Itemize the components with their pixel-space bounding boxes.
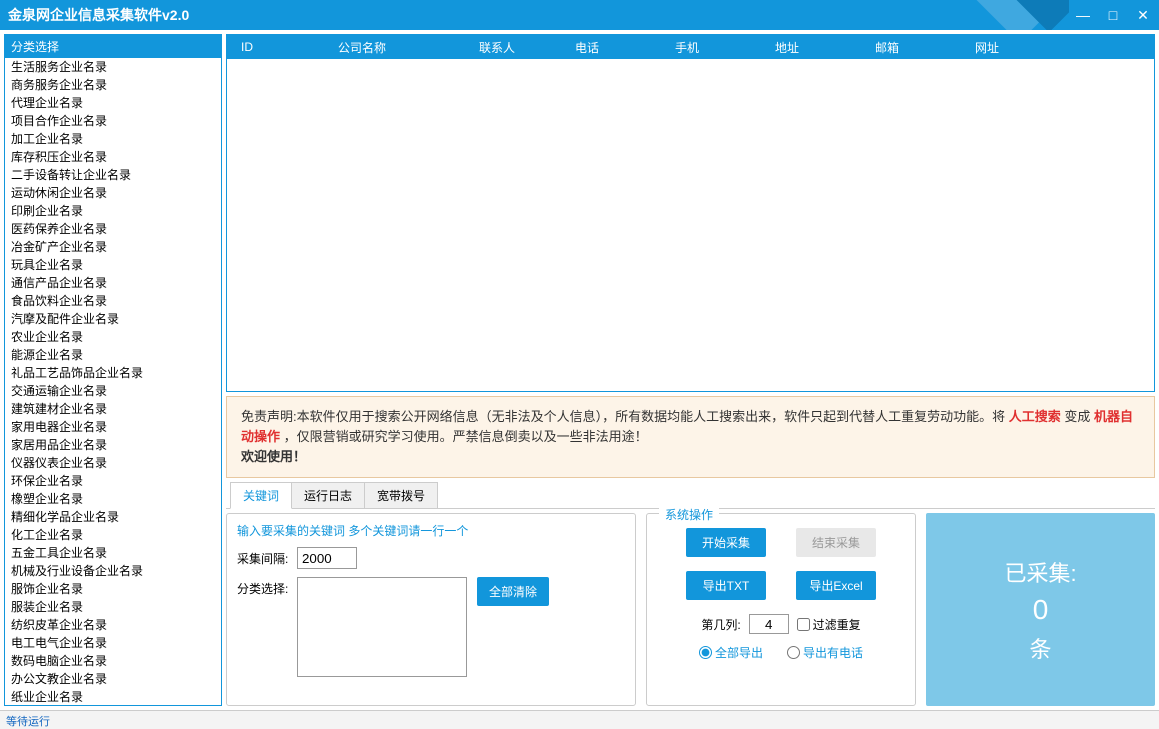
sidebar-header: 分类选择 — [5, 35, 221, 58]
title-bar: 金泉网企业信息采集软件v2.0 — □ ✕ — [0, 0, 1159, 30]
category-item[interactable]: 电工电气企业名录 — [5, 634, 221, 652]
filter-dup-input[interactable] — [797, 618, 810, 631]
category-item[interactable]: 家用电器企业名录 — [5, 418, 221, 436]
window-controls: — □ ✕ — [1075, 0, 1151, 30]
maximize-button[interactable]: □ — [1105, 7, 1121, 23]
start-collect-button[interactable]: 开始采集 — [686, 528, 766, 557]
category-item[interactable]: 能源企业名录 — [5, 346, 221, 364]
category-select-label: 分类选择: — [237, 577, 297, 597]
disclaimer-highlight-1: 人工搜索 — [1009, 409, 1061, 424]
status-bar: 等待运行 — [0, 710, 1159, 729]
titlebar-decoration — [949, 0, 1069, 30]
category-item[interactable]: 生活服务企业名录 — [5, 58, 221, 76]
category-list[interactable]: 生活服务企业名录商务服务企业名录代理企业名录项目合作企业名录加工企业名录库存积压… — [5, 58, 221, 705]
category-item[interactable]: 通信产品企业名录 — [5, 274, 221, 292]
category-sidebar: 分类选择 生活服务企业名录商务服务企业名录代理企业名录项目合作企业名录加工企业名… — [4, 34, 222, 706]
disclaimer-box: 免责声明:本软件仅用于搜索公开网络信息（无非法及个人信息），所有数据均能人工搜索… — [226, 396, 1155, 478]
tab-2[interactable]: 宽带拨号 — [364, 482, 438, 508]
stop-collect-button[interactable]: 结束采集 — [796, 528, 876, 557]
interval-input[interactable] — [297, 547, 357, 569]
app-title: 金泉网企业信息采集软件v2.0 — [8, 5, 189, 25]
category-item[interactable]: 食品饮料企业名录 — [5, 292, 221, 310]
tabs-row: 关键词运行日志宽带拨号 — [226, 482, 1155, 509]
category-item[interactable]: 医药保养企业名录 — [5, 220, 221, 238]
category-item[interactable]: 玩具企业名录 — [5, 256, 221, 274]
category-item[interactable]: 礼品工艺品饰品企业名录 — [5, 364, 221, 382]
category-item[interactable]: 纸业企业名录 — [5, 688, 221, 705]
counter-label: 已采集: — [1004, 556, 1076, 588]
category-item[interactable]: 环保企业名录 — [5, 472, 221, 490]
category-item[interactable]: 加工企业名录 — [5, 130, 221, 148]
disclaimer-text: 免责声明:本软件仅用于搜索公开网络信息（无非法及个人信息），所有数据均能人工搜索… — [241, 409, 1009, 424]
category-item[interactable]: 化工企业名录 — [5, 526, 221, 544]
counter-value: 0 — [1033, 594, 1049, 626]
category-item[interactable]: 运动休闲企业名录 — [5, 184, 221, 202]
keyword-hint: 输入要采集的关键词 多个关键词请一行一个 — [237, 522, 625, 539]
filter-dup-checkbox[interactable]: 过滤重复 — [797, 616, 861, 633]
category-item[interactable]: 项目合作企业名录 — [5, 112, 221, 130]
minimize-button[interactable]: — — [1075, 7, 1091, 23]
category-item[interactable]: 印刷企业名录 — [5, 202, 221, 220]
category-item[interactable]: 橡塑企业名录 — [5, 490, 221, 508]
category-item[interactable]: 办公文教企业名录 — [5, 670, 221, 688]
category-item[interactable]: 仪器仪表企业名录 — [5, 454, 221, 472]
table-header: ID公司名称联系人电话手机地址邮箱网址 — [227, 35, 1154, 59]
table-column-header[interactable]: 邮箱 — [837, 39, 937, 56]
tab-1[interactable]: 运行日志 — [291, 482, 365, 508]
category-item[interactable]: 冶金矿产企业名录 — [5, 238, 221, 256]
column-label: 第几列: — [701, 616, 740, 633]
interval-label: 采集间隔: — [237, 547, 297, 567]
export-all-radio[interactable]: 全部导出 — [699, 644, 763, 661]
disclaimer-welcome: 欢迎使用！ — [241, 449, 306, 464]
tab-0[interactable]: 关键词 — [230, 482, 292, 509]
category-item[interactable]: 家居用品企业名录 — [5, 436, 221, 454]
export-excel-button[interactable]: 导出Excel — [796, 571, 876, 600]
table-body[interactable] — [227, 59, 1154, 391]
clear-all-button[interactable]: 全部清除 — [477, 577, 549, 606]
export-phone-input[interactable] — [787, 646, 800, 659]
category-item[interactable]: 数码电脑企业名录 — [5, 652, 221, 670]
close-button[interactable]: ✕ — [1135, 7, 1151, 24]
column-input[interactable] — [749, 614, 789, 634]
category-item[interactable]: 商务服务企业名录 — [5, 76, 221, 94]
table-column-header[interactable]: 联系人 — [457, 39, 537, 56]
status-text: 等待运行 — [6, 716, 50, 728]
table-column-header[interactable]: 网址 — [937, 39, 1037, 56]
table-column-header[interactable]: 手机 — [637, 39, 737, 56]
category-item[interactable]: 交通运输企业名录 — [5, 382, 221, 400]
category-item[interactable]: 五金工具企业名录 — [5, 544, 221, 562]
category-item[interactable]: 精细化学品企业名录 — [5, 508, 221, 526]
system-ops-panel: 系统操作 开始采集 结束采集 导出TXT 导出Excel 第几列: 过滤重复 — [646, 513, 916, 706]
counter-unit: 条 — [1029, 632, 1051, 664]
keyword-panel: 输入要采集的关键词 多个关键词请一行一个 采集间隔: 分类选择: 全部清除 — [226, 513, 636, 706]
category-item[interactable]: 服饰企业名录 — [5, 580, 221, 598]
table-column-header[interactable]: 公司名称 — [267, 39, 457, 56]
export-all-input[interactable] — [699, 646, 712, 659]
category-item[interactable]: 库存积压企业名录 — [5, 148, 221, 166]
ops-legend: 系统操作 — [659, 506, 719, 523]
table-column-header[interactable]: 电话 — [537, 39, 637, 56]
category-item[interactable]: 农业企业名录 — [5, 328, 221, 346]
export-txt-button[interactable]: 导出TXT — [686, 571, 766, 600]
table-column-header[interactable]: 地址 — [737, 39, 837, 56]
export-phone-radio[interactable]: 导出有电话 — [787, 644, 863, 661]
results-table: ID公司名称联系人电话手机地址邮箱网址 — [226, 34, 1155, 392]
category-textarea[interactable] — [297, 577, 467, 677]
category-item[interactable]: 二手设备转让企业名录 — [5, 166, 221, 184]
counter-panel: 已采集: 0 条 — [926, 513, 1155, 706]
table-column-header[interactable]: ID — [227, 40, 267, 54]
category-item[interactable]: 机械及行业设备企业名录 — [5, 562, 221, 580]
category-item[interactable]: 建筑建材企业名录 — [5, 400, 221, 418]
category-item[interactable]: 代理企业名录 — [5, 94, 221, 112]
category-item[interactable]: 服装企业名录 — [5, 598, 221, 616]
category-item[interactable]: 纺织皮革企业名录 — [5, 616, 221, 634]
category-item[interactable]: 汽摩及配件企业名录 — [5, 310, 221, 328]
